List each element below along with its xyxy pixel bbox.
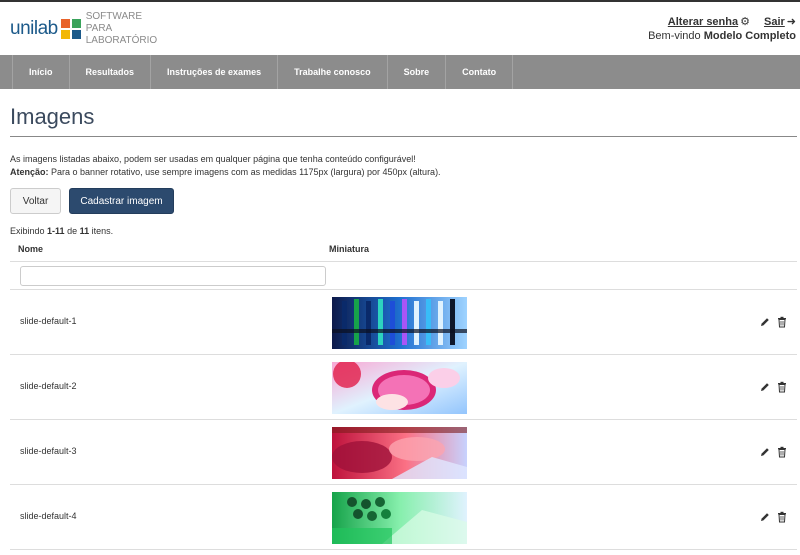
nav-item-inicio[interactable]: Início [12, 55, 70, 89]
pencil-icon[interactable] [760, 446, 770, 458]
summary-prefix: Exibindo [10, 226, 45, 236]
row-actions [760, 446, 787, 458]
nav-item-instrucoes[interactable]: Instruções de exames [151, 55, 279, 89]
change-password-label: Alterar senha [667, 16, 739, 28]
table-row: slide-default-1 [10, 290, 797, 355]
image-thumbnail [332, 362, 467, 414]
trash-icon[interactable] [777, 511, 787, 523]
table-header: Nome Miniatura [10, 238, 797, 262]
table-row: slide-default-4 [10, 485, 797, 550]
header: unilab SOFTWARE PARA LABORATÓRIO Alterar… [0, 2, 800, 55]
table-row: slide-default-3 [10, 420, 797, 485]
trash-icon[interactable] [777, 381, 787, 393]
image-thumbnail [332, 297, 467, 349]
name-filter-input[interactable] [20, 266, 326, 286]
warning-label: Atenção: [10, 167, 49, 177]
description-text: As imagens listadas abaixo, podem ser us… [10, 154, 416, 164]
table-row: slide-default-2 [10, 355, 797, 420]
nav-item-resultados[interactable]: Resultados [69, 55, 152, 89]
image-thumbnail [332, 427, 467, 479]
page-title: Imagens [10, 104, 95, 129]
title-divider [10, 136, 797, 137]
warning-text: Atenção: Para o banner rotativo, use sem… [10, 166, 441, 179]
nav-item-sobre[interactable]: Sobre [387, 55, 447, 89]
trash-icon[interactable] [777, 446, 787, 458]
row-actions [760, 316, 787, 328]
logo-mark-icon [60, 19, 81, 39]
logout-link[interactable]: Sair ➜ [764, 15, 796, 28]
image-name: slide-default-1 [20, 316, 77, 326]
images-table: Nome Miniatura slide-default-1 slide-def… [10, 238, 797, 550]
logo-tagline: SOFTWARE PARA LABORATÓRIO [85, 11, 158, 46]
nav-item-contato[interactable]: Contato [446, 55, 514, 89]
image-name: slide-default-2 [20, 381, 77, 391]
main-nav: Início Resultados Instruções de exames T… [0, 55, 800, 89]
trash-icon[interactable] [777, 316, 787, 328]
logo[interactable]: unilab SOFTWARE PARA LABORATÓRIO [10, 11, 157, 46]
logout-label: Sair [763, 16, 785, 28]
nav-item-trabalhe[interactable]: Trabalhe conosco [278, 55, 388, 89]
logo-word: unilab [10, 18, 58, 39]
user-box: Alterar senha ⚙ Sair ➜ Bem-vindo Modelo Co… [648, 15, 796, 42]
row-actions [760, 381, 787, 393]
summary-of: de [67, 226, 78, 236]
page-description: As imagens listadas abaixo, podem ser us… [10, 153, 441, 179]
welcome-text: Bem-vindo Modelo Completo [648, 30, 796, 42]
pencil-icon[interactable] [760, 316, 770, 328]
back-button[interactable]: Voltar [10, 188, 61, 214]
row-actions [760, 511, 787, 523]
summary-range: 1-11 [47, 226, 65, 236]
welcome-prefix: Bem-vindo [648, 30, 701, 42]
filter-row [10, 262, 797, 290]
results-summary: Exibindo 1-11 de 11 itens. [10, 226, 113, 236]
image-name: slide-default-4 [20, 511, 77, 521]
column-header-name[interactable]: Nome [18, 244, 43, 254]
warning-body: Para o banner rotativo, use sempre image… [51, 167, 441, 177]
change-password-link[interactable]: Alterar senha ⚙ [668, 15, 750, 28]
image-thumbnail [332, 492, 467, 544]
user-name: Modelo Completo [703, 30, 796, 42]
new-image-button[interactable]: Cadastrar imagem [69, 188, 174, 214]
image-name: slide-default-3 [20, 446, 77, 456]
summary-total: 11 [79, 226, 90, 236]
column-header-thumbnail: Miniatura [329, 244, 370, 254]
summary-suffix: itens. [91, 226, 114, 236]
sign-out-icon: ➜ [786, 16, 796, 28]
gear-icon: ⚙ [740, 16, 750, 28]
pencil-icon[interactable] [760, 381, 770, 393]
pencil-icon[interactable] [760, 511, 770, 523]
